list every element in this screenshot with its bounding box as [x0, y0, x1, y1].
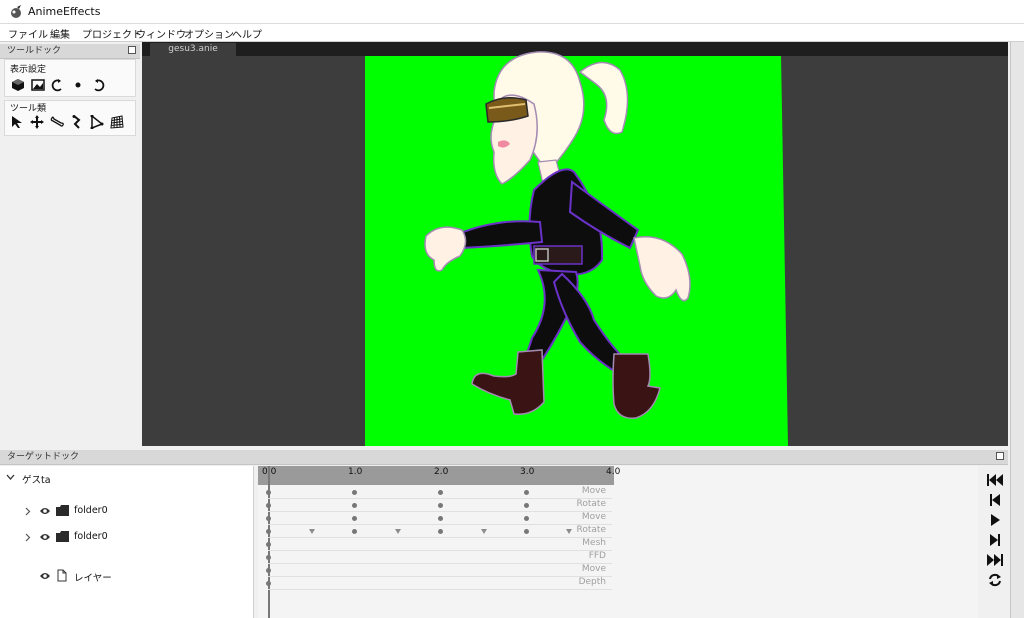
eye-icon[interactable]: [39, 571, 51, 581]
rotate-right-icon[interactable]: [89, 76, 107, 94]
target-dock: ターゲットドック ゲスta folder0 folder0 レイヤー 0.0: [0, 450, 1008, 618]
track-label: Move: [581, 512, 606, 522]
track-row[interactable]: Rotate: [266, 499, 612, 512]
track-row[interactable]: Move: [266, 486, 612, 499]
eye-icon[interactable]: [39, 506, 51, 516]
cube-icon[interactable]: [9, 76, 27, 94]
tree-root-row[interactable]: ゲスta: [0, 470, 254, 486]
tree-item-label: レイヤー: [74, 573, 112, 584]
tree-item-label: folder0: [74, 531, 108, 542]
track-row[interactable]: FFD: [266, 551, 612, 564]
window-title: AnimeEffects: [28, 5, 101, 18]
ruler-label: 1.0: [348, 467, 363, 477]
step-back-icon[interactable]: [986, 492, 1004, 508]
tree-row-folder0-b[interactable]: folder0: [0, 530, 254, 546]
menu-file[interactable]: ファイル: [8, 26, 48, 41]
eye-icon[interactable]: [39, 532, 51, 542]
tools-group: ツール類: [4, 100, 136, 136]
menu-bar: ファイル 編集 プロジェクト ウィンドウ オプション ヘルプ: [0, 24, 1024, 42]
right-edge-panel: [1010, 42, 1024, 618]
folder-icon: [56, 505, 69, 516]
tool-dock: ツールドック 表示設定 ツール類: [0, 42, 140, 448]
bone-icon[interactable]: [48, 113, 66, 131]
chevron-right-icon[interactable]: [24, 507, 31, 516]
tree-item-label: folder0: [74, 505, 108, 516]
cursor-icon[interactable]: [8, 113, 26, 131]
track-label: Move: [581, 564, 606, 574]
title-bar: AnimeEffects: [0, 0, 1024, 24]
layer-tree: ゲスta folder0 folder0 レイヤー: [0, 466, 254, 618]
player-controls: [982, 468, 1008, 618]
ruler-label: 3.0: [520, 467, 535, 477]
root-label: ゲスta: [22, 475, 51, 486]
track-label: Rotate: [576, 525, 606, 535]
ruler-label: 2.0: [434, 467, 449, 477]
ffd-grid-icon[interactable]: [108, 113, 126, 131]
track-row[interactable]: Depth: [266, 577, 612, 590]
track-label: Depth: [578, 577, 606, 587]
tool-dock-header: ツールドック: [0, 44, 140, 59]
loop-icon[interactable]: [986, 572, 1004, 588]
file-icon: [57, 569, 67, 582]
dot-icon[interactable]: [69, 76, 87, 94]
tool-dock-title: ツールドック: [7, 46, 62, 56]
rotate-left-icon[interactable]: [49, 76, 67, 94]
target-dock-title: ターゲットドック: [7, 452, 80, 462]
menu-edit[interactable]: 編集: [50, 26, 70, 41]
canvas-area[interactable]: gesu3.anie: [142, 42, 1008, 446]
app-logo-icon: [11, 5, 21, 18]
skip-to-start-icon[interactable]: [986, 472, 1004, 488]
track-row[interactable]: Move: [266, 512, 612, 525]
track-label: Mesh: [582, 538, 606, 548]
display-settings-label: 表示設定: [10, 65, 47, 75]
chevron-down-icon[interactable]: [6, 473, 15, 482]
play-icon[interactable]: [986, 512, 1004, 528]
pose-icon[interactable]: [68, 113, 86, 131]
menu-window[interactable]: ウィンドウ: [136, 26, 186, 41]
menu-help[interactable]: ヘルプ: [232, 26, 262, 41]
target-dock-header: ターゲットドック: [0, 450, 1008, 465]
float-dock-icon[interactable]: [128, 46, 136, 54]
float-dock-icon[interactable]: [996, 452, 1004, 460]
animation-canvas[interactable]: [142, 42, 1008, 446]
tree-row-folder0-a[interactable]: folder0: [0, 504, 254, 520]
chevron-right-icon[interactable]: [24, 533, 31, 542]
folder-icon: [56, 531, 69, 542]
track-row[interactable]: Mesh: [266, 538, 612, 551]
menu-project[interactable]: プロジェクト: [82, 26, 142, 41]
track-label: FFD: [588, 551, 606, 561]
timeline-ruler[interactable]: 0.0 1.0 2.0 3.0 4.0: [258, 466, 620, 485]
image-icon[interactable]: [29, 76, 47, 94]
track-row[interactable]: Move: [266, 564, 612, 577]
timeline[interactable]: 0.0 1.0 2.0 3.0 4.0 Move Rotate Move Rot…: [258, 466, 978, 618]
mesh-icon[interactable]: [88, 113, 106, 131]
skip-to-end-icon[interactable]: [986, 552, 1004, 568]
display-settings-group: 表示設定: [4, 59, 136, 97]
track-row[interactable]: Rotate: [266, 525, 612, 538]
ruler-label: 4.0: [606, 467, 621, 477]
move-icon[interactable]: [28, 113, 46, 131]
track-label: Rotate: [576, 499, 606, 509]
tree-row-layer[interactable]: レイヤー: [0, 569, 254, 585]
track-label: Move: [581, 486, 606, 496]
menu-options[interactable]: オプション: [184, 26, 234, 41]
step-forward-icon[interactable]: [986, 532, 1004, 548]
